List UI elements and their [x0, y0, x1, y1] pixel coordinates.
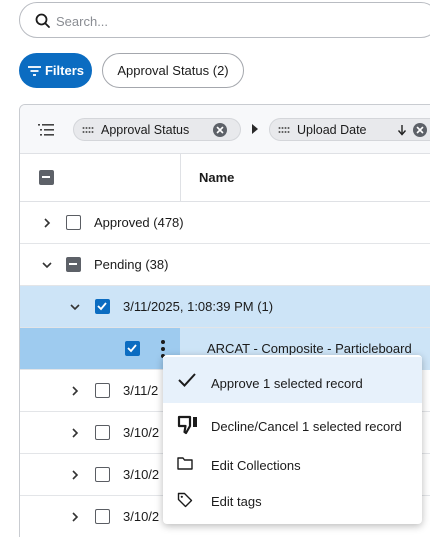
group-label: 3/10/2	[123, 509, 160, 524]
filters-button[interactable]: Filters	[19, 53, 92, 88]
group-chip-approval-status[interactable]: Approval Status	[73, 118, 241, 141]
drag-handle-icon[interactable]	[278, 126, 290, 134]
check-icon	[127, 344, 137, 353]
row-checkbox[interactable]	[125, 341, 140, 356]
remove-group-icon[interactable]	[413, 123, 427, 137]
column-divider[interactable]	[180, 154, 181, 202]
menu-item-edit-tags[interactable]: Edit tags	[163, 483, 422, 521]
tag-icon	[177, 492, 193, 508]
record-name[interactable]: ARCAT - Composite - Particleboard	[207, 341, 412, 356]
chevron-down-icon[interactable]	[69, 301, 81, 313]
row-checkbox[interactable]	[66, 257, 81, 272]
check-icon	[97, 302, 107, 311]
menu-item-label: Edit tags	[211, 494, 262, 509]
menu-item-label: Decline/Cancel 1 selected record	[211, 419, 402, 434]
group-list-icon	[38, 124, 54, 136]
row-checkbox[interactable]	[95, 299, 110, 314]
row-checkbox[interactable]	[95, 425, 110, 440]
group-row-pending[interactable]: Pending (38)	[20, 244, 430, 286]
approval-status-filter-chip[interactable]: Approval Status (2)	[102, 53, 244, 88]
menu-item-label: Edit Collections	[211, 458, 301, 473]
search-input[interactable]	[56, 11, 416, 31]
chevron-right-icon[interactable]	[69, 469, 81, 481]
row-checkbox[interactable]	[95, 509, 110, 524]
row-checkbox[interactable]	[66, 215, 81, 230]
search-icon	[35, 13, 50, 28]
select-all-checkbox[interactable]	[39, 170, 54, 185]
group-row-date[interactable]: 3/11/2025, 1:08:39 PM (1)	[20, 286, 430, 328]
chevron-right-icon[interactable]	[69, 427, 81, 439]
group-label: 3/11/2	[123, 383, 159, 398]
group-by-bar: Approval Status Upload Date	[20, 105, 430, 154]
column-header-row: Name	[20, 154, 430, 202]
menu-item-edit-collections[interactable]: Edit Collections	[163, 447, 422, 483]
chevron-right-icon[interactable]	[69, 385, 81, 397]
filters-label: Filters	[44, 63, 84, 78]
folder-icon	[177, 457, 193, 470]
filter-icon	[27, 65, 41, 76]
sort-descending-icon[interactable]	[397, 124, 407, 136]
group-row-approved[interactable]: Approved (478)	[20, 202, 430, 244]
thumbs-down-icon	[177, 415, 197, 435]
group-label: 3/10/2	[123, 467, 160, 482]
menu-item-label: Approve 1 selected record	[211, 376, 363, 391]
group-chip-label: Upload Date	[297, 122, 367, 137]
row-checkbox[interactable]	[95, 383, 110, 398]
remove-group-icon[interactable]	[213, 123, 227, 137]
drag-handle-icon[interactable]	[82, 126, 94, 134]
group-chip-label: Approval Status	[101, 122, 190, 137]
context-menu: Approve 1 selected record Decline/Cancel…	[163, 355, 422, 524]
group-label: 3/10/2	[123, 425, 160, 440]
menu-item-approve[interactable]: Approve 1 selected record	[163, 357, 422, 403]
checkmark-icon	[178, 373, 196, 387]
group-separator-arrow-icon	[252, 124, 258, 134]
chevron-right-icon[interactable]	[69, 511, 81, 523]
group-label: Approved (478)	[94, 215, 184, 230]
menu-item-decline[interactable]: Decline/Cancel 1 selected record	[163, 403, 422, 447]
search-bar[interactable]	[19, 2, 430, 38]
group-label: 3/11/2025, 1:08:39 PM (1)	[123, 299, 274, 314]
approval-status-filter-label: Approval Status (2)	[117, 63, 229, 78]
chevron-down-icon[interactable]	[41, 259, 53, 271]
group-label: Pending (38)	[94, 257, 169, 272]
row-checkbox[interactable]	[95, 467, 110, 482]
group-chip-upload-date[interactable]: Upload Date	[269, 118, 430, 141]
chevron-right-icon[interactable]	[41, 217, 53, 229]
column-header-name[interactable]: Name	[199, 170, 234, 185]
